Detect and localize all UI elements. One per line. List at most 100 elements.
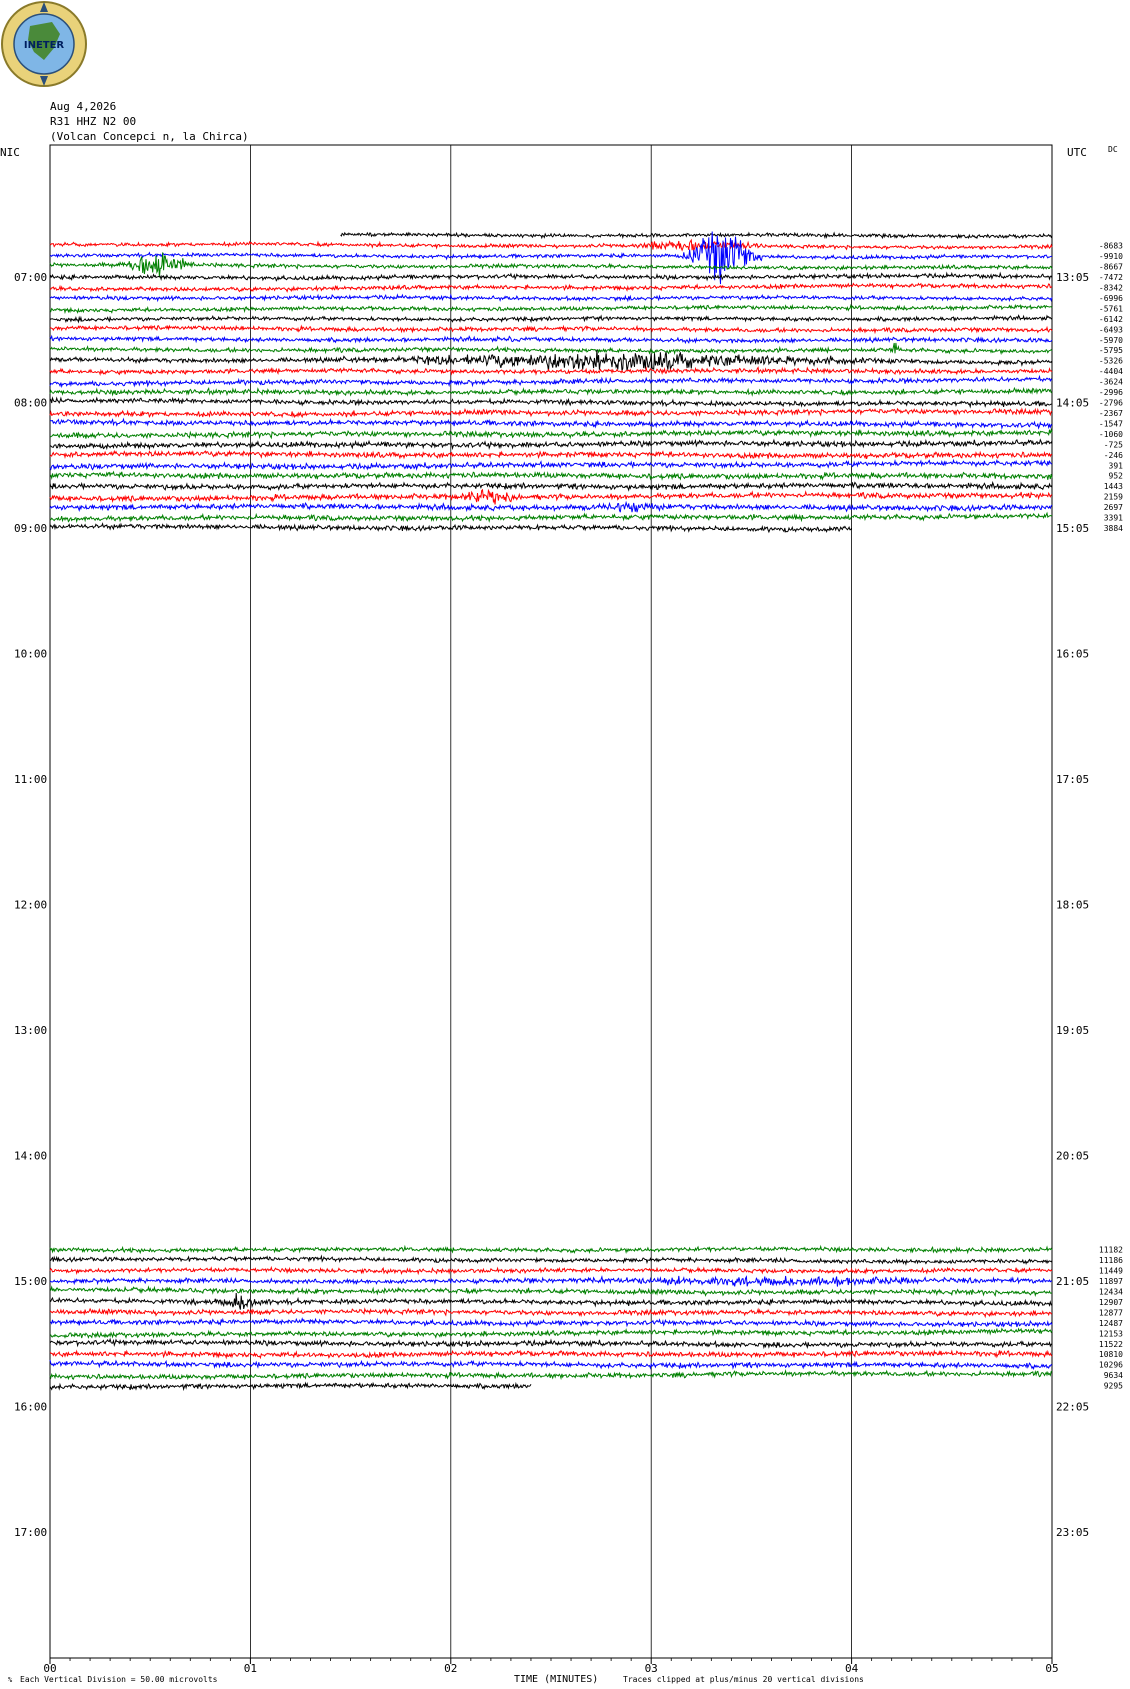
dc-offset-values: -8683-9910 -8667-7472-8342 -6996-5761 -6142… <box>1099 242 1123 1391</box>
x-tick-labels: 00 01 02 03 04 05 <box>43 1658 1059 1675</box>
date-label: Aug 4,2026 <box>50 100 116 113</box>
block1-trace-row-19 <box>49 342 1053 356</box>
right-hour-label: 14:05 <box>1056 397 1089 410</box>
block2-trace-row-108 <box>49 1275 1053 1287</box>
right-hour-label: 19:05 <box>1056 1024 1089 1037</box>
dc-value: 11182 <box>1099 1246 1123 1255</box>
block2-trace-row-110 <box>49 1292 1053 1310</box>
dc-value: 10810 <box>1099 1350 1123 1359</box>
dc-value: -5795 <box>1099 346 1123 355</box>
right-hour-label: 16:05 <box>1056 648 1089 661</box>
dc-value: -2796 <box>1099 399 1123 408</box>
location-label: (Volcan Concepci n, la Chirca) <box>50 130 249 143</box>
left-hour-label: 11:00 <box>14 773 47 786</box>
dc-value: 12434 <box>1099 1287 1123 1296</box>
block2-trace-row-115 <box>49 1349 1053 1360</box>
block1-trace-row-13 <box>49 282 1053 293</box>
dc-value: -725 <box>1104 440 1123 449</box>
dc-value: 11186 <box>1099 1256 1123 1265</box>
dc-value: 9295 <box>1104 1382 1123 1391</box>
block1-trace-row-27 <box>49 428 1053 440</box>
division-note: Each Vertical Division = 50.00 microvolt… <box>20 1675 218 1684</box>
block2-trace-row-112 <box>49 1317 1053 1329</box>
x-tick-label: 05 <box>1045 1662 1058 1675</box>
dc-value: 952 <box>1109 472 1124 481</box>
dc-value: -1547 <box>1099 419 1123 428</box>
block1-trace-row-28 <box>49 438 1053 451</box>
block1-trace-row-15 <box>49 303 1053 315</box>
left-hour-label: 17:00 <box>14 1526 47 1539</box>
dc-value: -2367 <box>1099 409 1123 418</box>
right-hour-label: 21:05 <box>1056 1275 1089 1288</box>
dc-value: -1060 <box>1099 430 1123 439</box>
block2-trace-row-111 <box>49 1307 1053 1319</box>
dc-value: 1443 <box>1104 482 1123 491</box>
block1-trace-row-29 <box>49 449 1053 460</box>
right-hour-label: 17:05 <box>1056 773 1089 786</box>
left-hour-ticks: 07:00 08:00 09:00 10:00 11:00 12:00 13:00 14:00… <box>14 271 47 1539</box>
dc-value: 10296 <box>1099 1361 1123 1370</box>
dc-value: -4404 <box>1099 367 1123 376</box>
left-hour-label: 09:00 <box>14 522 47 535</box>
left-hour-label: 10:00 <box>14 648 47 661</box>
left-hour-label: 07:00 <box>14 271 47 284</box>
left-hour-label: 16:00 <box>14 1401 47 1414</box>
left-axis-label: NIC <box>0 146 20 159</box>
right-hour-label: 23:05 <box>1056 1526 1089 1539</box>
x-tick-label: 03 <box>645 1662 658 1675</box>
block1-trace-row-35 <box>49 511 1053 524</box>
dc-value: 12907 <box>1099 1298 1123 1307</box>
block1-trace-row-34 <box>49 500 1053 513</box>
dc-value: 11897 <box>1099 1277 1123 1286</box>
block1-trace-row-17 <box>49 324 1053 335</box>
right-hour-label: 15:05 <box>1056 522 1089 535</box>
block1-trace-row-25 <box>49 407 1053 419</box>
dc-value: 12877 <box>1099 1308 1123 1317</box>
block2-trace-row-117 <box>49 1368 1053 1381</box>
block1-trace-row-8 <box>340 231 1053 240</box>
x-tick-label: 00 <box>43 1662 56 1675</box>
x-tick-label: 01 <box>244 1662 257 1675</box>
block1-trace-row-20 <box>49 349 1053 372</box>
station-label: R31 HHZ N2 00 <box>50 115 136 128</box>
dc-value: -8683 <box>1099 242 1123 251</box>
block1-trace-row-31 <box>50 470 1053 481</box>
dc-value: 2159 <box>1104 493 1123 502</box>
block1-trace-row-16 <box>49 314 1053 324</box>
block2-trace-row-107 <box>49 1265 1053 1276</box>
left-hour-label: 12:00 <box>14 899 47 912</box>
block1-trace-row-23 <box>49 386 1053 397</box>
block1-trace-row-21 <box>49 366 1053 376</box>
right-hour-label: 22:05 <box>1056 1401 1089 1414</box>
dc-value: 9634 <box>1104 1371 1123 1380</box>
block1-trace-row-22 <box>49 374 1053 389</box>
dc-label: DC <box>1108 145 1118 154</box>
dc-value: 3884 <box>1104 524 1123 533</box>
block2-trace-row-118 <box>49 1381 532 1392</box>
dc-value: -246 <box>1104 451 1123 460</box>
block2-trace-row-113 <box>49 1327 1053 1340</box>
dc-value: 391 <box>1109 461 1124 470</box>
block2-trace-row-116 <box>49 1359 1053 1371</box>
right-hour-label: 13:05 <box>1056 271 1089 284</box>
dc-value: -6493 <box>1099 325 1123 334</box>
left-hour-label: 14:00 <box>14 1150 47 1163</box>
block1-trace-row-30 <box>49 458 1053 471</box>
helicorder-chart: INETER Aug 4,2026 R31 HHZ N2 00 (Volcan … <box>0 1 1123 1685</box>
dc-value: -2996 <box>1099 388 1123 397</box>
block1-trace-row-12 <box>49 271 1053 283</box>
dc-value: 12487 <box>1099 1319 1123 1328</box>
block2-trace-row-109 <box>50 1285 1053 1298</box>
dc-value: 12153 <box>1099 1329 1123 1338</box>
dc-value: 2697 <box>1104 503 1123 512</box>
block2-trace-row-114 <box>49 1337 1053 1350</box>
dc-value: -8342 <box>1099 283 1123 292</box>
dc-value: 3391 <box>1104 514 1123 523</box>
right-axis-label: UTC <box>1067 146 1087 159</box>
dc-value: -3624 <box>1099 378 1123 387</box>
x-axis-label: TIME (MINUTES) <box>514 1674 598 1685</box>
left-hour-label: 13:00 <box>14 1024 47 1037</box>
dc-value: -8667 <box>1099 263 1123 272</box>
dc-value: -7472 <box>1099 273 1123 282</box>
block1-trace-row-32 <box>49 480 1053 492</box>
